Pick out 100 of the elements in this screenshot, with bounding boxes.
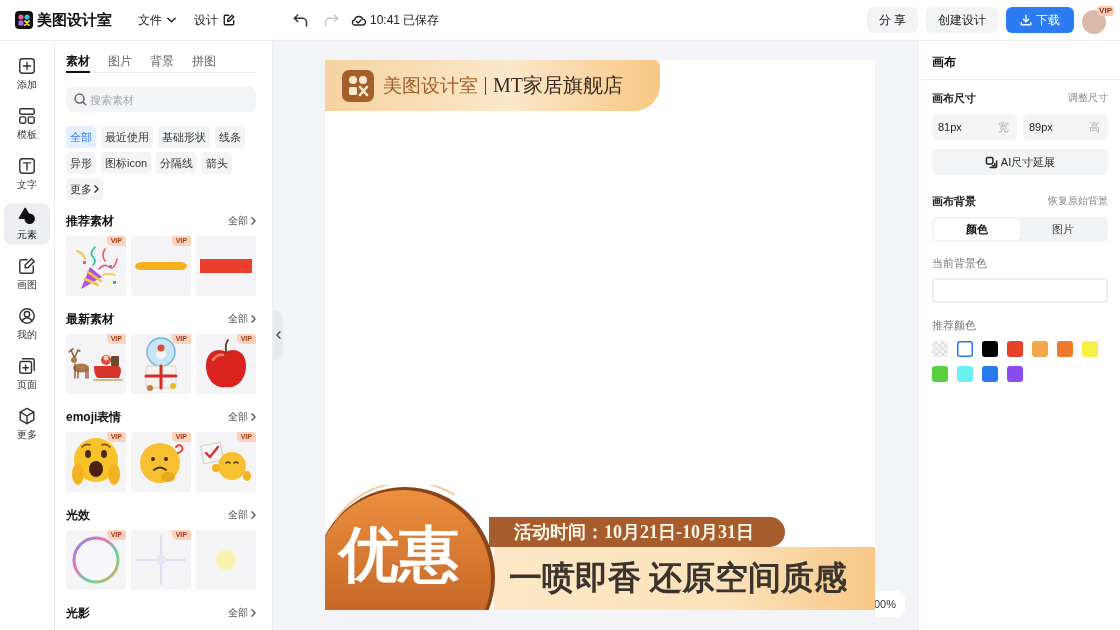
cloud-icon [351,14,366,26]
app-logo-icon[interactable] [15,11,33,29]
download-button[interactable]: 下载 [1006,7,1074,33]
store-name: MT家居旗舰店 [493,73,623,98]
toolbar-button[interactable]: 分 享 [866,7,918,33]
filter-chip[interactable]: 最近使用 [101,126,153,148]
panel-title: 画布 [932,55,956,69]
chevron-right-icon [251,609,256,617]
more-filters-button[interactable]: 更多 [66,178,103,200]
edit-icon [223,14,235,26]
toolbar-button[interactable]: 创建设计 [926,7,998,33]
scared-face-drawing [70,436,122,488]
section-label: 画布尺寸 [932,90,976,106]
sidebar-item[interactable]: 文字 [4,153,50,195]
sidebar-item[interactable]: 添加 [4,53,50,95]
color-swatch[interactable] [1057,341,1073,357]
filter-chip[interactable]: 分隔线 [156,152,198,174]
chevron-left-icon [275,331,281,339]
section-title: 光影 [66,604,90,622]
shapes-icon [18,206,36,225]
sidebar-item[interactable]: 元素 [4,203,50,245]
chevron-right-icon [94,185,99,193]
field-label: 当前背景色 [932,256,988,271]
color-swatch[interactable] [982,366,998,382]
adjust-size-link[interactable]: 调整尺寸 [1068,91,1108,105]
unit-label: 宽 [998,120,1009,134]
menu-button[interactable]: 设计 [194,11,235,29]
view-all-link[interactable]: 全部 [228,312,256,326]
download-icon [1020,14,1032,26]
light-sparkle-drawing [135,534,187,586]
sidebar-item[interactable]: 我的 [4,303,50,345]
brush-stroke-drawing [134,261,188,271]
transparent-swatch[interactable] [932,341,948,357]
view-all-link[interactable]: 全部 [228,214,256,228]
panel-tab[interactable]: 素材 [66,51,90,73]
panel-tab[interactable]: 拼图 [192,51,216,73]
filter-chip[interactable]: 箭头 [202,152,233,174]
sidebar-item[interactable]: 模板 [4,103,50,145]
zoom-level[interactable]: 00% [875,591,905,617]
color-swatch[interactable] [1007,341,1023,357]
color-swatch[interactable] [1007,366,1023,382]
filter-chip[interactable]: 基础形状 [158,126,210,148]
chevron-down-icon [167,17,176,23]
brand-name: 美图设计室 [383,73,478,98]
panel-collapse-handle[interactable] [273,310,283,360]
reindeer-sleigh-drawing [68,346,124,382]
cube-icon [18,406,36,425]
color-swatch[interactable] [957,366,973,382]
section-title: 光效 [66,506,90,524]
segment-tab[interactable]: 图片 [1020,219,1106,240]
save-status: 10:41 已保存 [370,11,440,29]
panel-tab[interactable]: 背景 [150,51,174,73]
slogan-banner: 一喷即香 还原空间质感 [494,547,875,610]
store-logo-icon [342,69,374,102]
search-icon [74,93,87,106]
material-thumbnail[interactable] [196,530,256,590]
sidebar-item[interactable]: 画图 [4,253,50,295]
plus-square-icon [18,56,36,75]
reset-background-link[interactable]: 恢复原始背景 [1048,194,1108,208]
chevron-right-icon [251,217,256,225]
solid-bar-drawing [200,259,252,273]
section-title: emoji表情 [66,408,122,426]
bubble-ring-drawing [72,536,120,584]
filter-chip[interactable]: 线条 [215,126,245,148]
section-title: 推荐素材 [66,212,114,230]
color-swatch[interactable] [982,341,998,357]
app-name: 美图设计室 [37,10,112,30]
pencil-square-icon [18,256,36,275]
color-swatch[interactable] [957,341,973,357]
layout-icon [18,106,36,125]
sidebar-item[interactable]: 更多 [4,403,50,445]
color-swatch[interactable] [1082,341,1098,357]
filter-chip[interactable]: 异形 [66,152,96,174]
undo-icon[interactable] [293,13,308,27]
menu-button[interactable]: 文件 [138,11,176,29]
glow-drawing [213,547,239,573]
color-swatch[interactable] [1032,341,1048,357]
section-title: 最新素材 [66,310,114,328]
chevron-right-icon [251,413,256,421]
material-thumbnail[interactable] [196,236,256,296]
event-period-banner: 活动时间：10月21日-10月31日 [489,517,785,547]
sidebar-item[interactable]: 页面 [4,353,50,395]
panel-tab[interactable]: 图片 [108,51,132,73]
resize-frames-icon [984,155,998,169]
filter-chip[interactable]: 图标icon [101,152,152,174]
text-icon [18,156,36,175]
unit-label: 高 [1089,120,1100,134]
vip-badge: VIP [1097,6,1114,16]
view-all-link[interactable]: 全部 [228,606,256,620]
add-page-icon [18,356,36,375]
view-all-link[interactable]: 全部 [228,508,256,522]
filter-chip[interactable]: 全部 [66,126,96,148]
field-label: 推荐颜色 [932,318,977,333]
sign-holding-face-drawing [200,442,252,482]
color-swatch[interactable] [932,366,948,382]
view-all-link[interactable]: 全部 [228,410,256,424]
ai-resize-button[interactable]: AI尺寸延展 [932,149,1108,175]
segment-tab[interactable]: 颜色 [934,219,1020,240]
search-field[interactable]: 搜索素材 [66,87,256,112]
chevron-right-icon [251,315,256,323]
